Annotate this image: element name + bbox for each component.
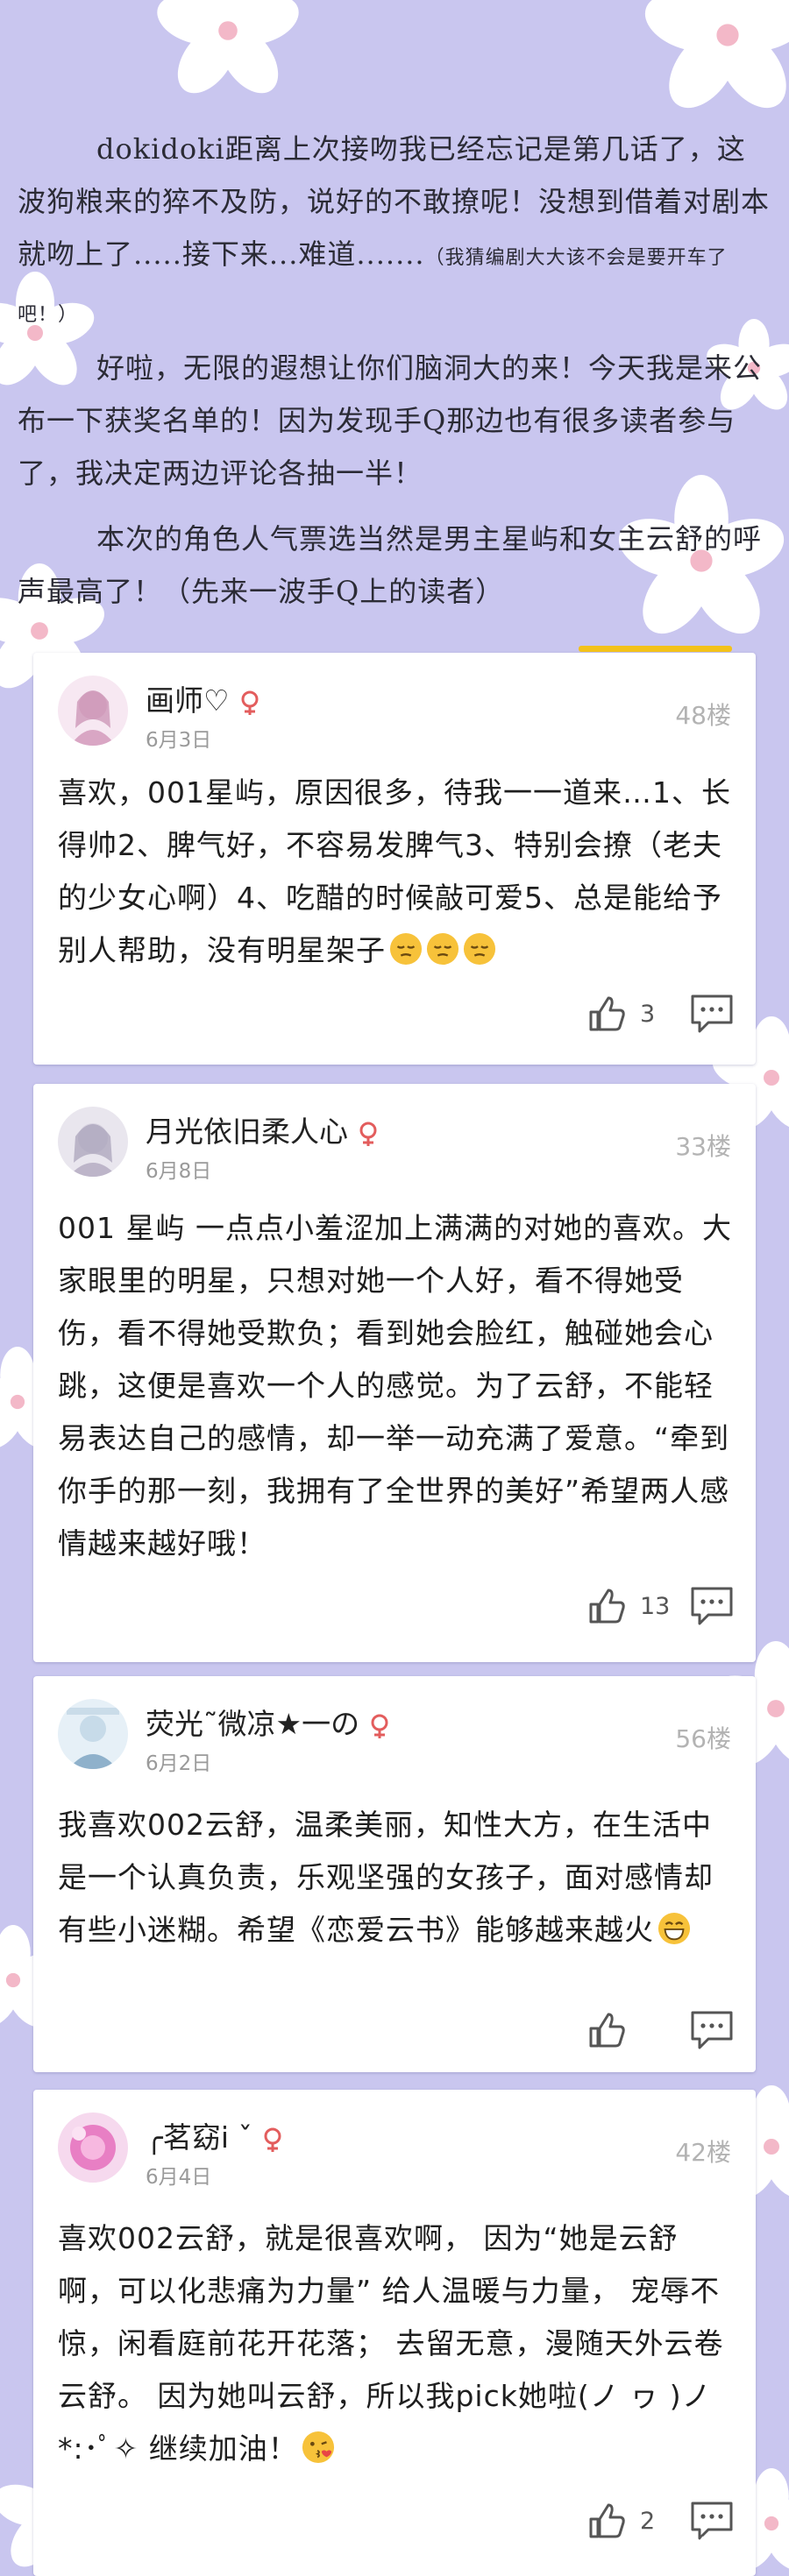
avatar[interactable] [58, 676, 128, 746]
comment-date: 6月3日 [146, 729, 212, 752]
avatar[interactable] [58, 1107, 128, 1177]
username[interactable]: 月光依旧柔人心 [146, 1108, 380, 1150]
female-icon [371, 1714, 388, 1738]
highlight-bar [579, 646, 732, 652]
floor-number: 56楼 [675, 1724, 731, 1753]
username[interactable]: ╭茗窈і ˇ [146, 2114, 284, 2156]
avatar-image [58, 1107, 128, 1177]
intro-paragraph-1: dokidoki距离上次接吻我已经忘记是第几话了，这波狗粮来的猝不及防，说好的不… [18, 132, 771, 326]
avatar-image [58, 676, 128, 746]
like-count: 3 [640, 1001, 656, 1028]
reply-icon[interactable] [689, 2009, 735, 2051]
comment-text: 我喜欢002云舒，温柔美丽，知性大方，在生活中是一个认真负责，乐观坚强的女孩子，… [58, 1808, 714, 1947]
thumbs-up-icon[interactable] [586, 2009, 628, 2051]
comment-text: 喜欢002云舒，就是很喜欢啊， 因为“她是云舒啊，可以化悲痛为力量” 给人温暖与… [58, 2221, 724, 2466]
sleepy-face-emoji-icon [463, 932, 496, 966]
comment-card: 画师♡ 6月3日 48楼 喜欢，001星屿，原因很多，待我一一道来…1、长得帅2… [33, 646, 756, 1065]
comment-card: 荧光˜微凉★一の 6月2日 56楼 我喜欢002云舒，温柔美丽，知性大方，在生活… [33, 1676, 756, 2072]
female-icon [264, 2127, 281, 2152]
female-icon [241, 690, 259, 715]
like-count: 13 [640, 1593, 671, 1620]
floor-number: 33楼 [675, 1132, 731, 1161]
thumbs-up-icon[interactable] [586, 993, 628, 1035]
username[interactable]: 荧光˜微凉★一の [146, 1701, 391, 1743]
intro-paragraph-3: 本次的角色人气票选当然是男主星屿和女主云舒的呼声最高了！（先来一波手Q上的读者） [18, 522, 763, 608]
comment-text: 喜欢，001星屿，原因很多，待我一一道来…1、长得帅2、脾气好，不容易发脾气3、… [58, 775, 731, 967]
thumbs-up-icon[interactable] [586, 1585, 628, 1627]
avatar[interactable] [58, 2112, 128, 2183]
username[interactable]: 画师♡ [146, 677, 261, 719]
kiss-face-emoji-icon [302, 2431, 334, 2464]
comment-card: ╭茗窈і ˇ 6月4日 42楼 喜欢002云舒，就是很喜欢啊， 因为“她是云舒啊… [33, 2090, 756, 2576]
female-icon [359, 1122, 377, 1146]
avatar-image [58, 1699, 128, 1769]
intro-section: dokidoki距离上次接吻我已经忘记是第几话了，这波狗粮来的猝不及防，说好的不… [0, 0, 789, 648]
reply-icon[interactable] [689, 1585, 735, 1627]
sleepy-face-emoji-icon [426, 932, 459, 966]
avatar-image [58, 2112, 128, 2183]
floor-number: 42楼 [675, 2138, 731, 2167]
thumbs-up-icon[interactable] [586, 2500, 628, 2542]
grinning-face-emoji-icon [658, 1912, 691, 1945]
floor-number: 48楼 [675, 701, 731, 730]
comment-text: 001 星屿 一点点小羞涩加上满满的对她的喜欢。大家眼里的明星，只想对她一个人好… [58, 1211, 732, 1560]
intro-paragraph-2: 好啦，无限的遐想让你们脑洞大的来！今天我是来公布一下获奖名单的！因为发现手Q那边… [18, 351, 763, 490]
comment-date: 6月4日 [146, 2166, 212, 2189]
reply-icon[interactable] [689, 993, 735, 1035]
comment-date: 6月8日 [146, 1160, 212, 1183]
sleepy-face-emoji-icon [389, 932, 423, 966]
comment-date: 6月2日 [146, 1752, 212, 1775]
avatar[interactable] [58, 1699, 128, 1769]
comment-card: 月光依旧柔人心 6月8日 33楼 001 星屿 一点点小羞涩加上满满的对她的喜欢… [33, 1084, 756, 1662]
watermark-logo: 漫画台 [634, 2536, 721, 2566]
